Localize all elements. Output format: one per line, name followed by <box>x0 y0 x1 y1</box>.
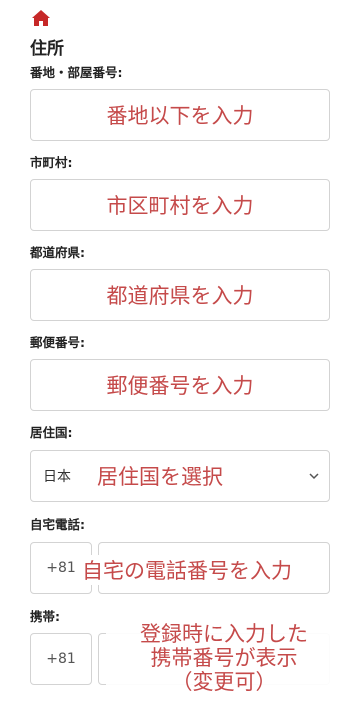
city-label: 市町村: <box>30 155 73 170</box>
mobile-note-line: （変更可） <box>171 670 277 694</box>
mobile-country-code[interactable]: +81 <box>30 633 92 685</box>
mobile-note-line: 携帯番号が表示 <box>150 646 298 670</box>
home-phone-placeholder: 自宅の電話番号を入力 <box>82 555 292 585</box>
prefecture-placeholder: 都道府県を入力 <box>106 284 254 308</box>
country-label: 居住国: <box>30 425 73 440</box>
home-icon[interactable] <box>31 9 51 27</box>
city-input[interactable]: 市区町村を入力 <box>30 179 330 231</box>
postal-label: 郵便番号: <box>30 335 85 350</box>
mobile-label: 携帯: <box>30 609 60 624</box>
prefecture-label: 都道府県: <box>30 245 85 260</box>
street-input[interactable]: 番地以下を入力 <box>30 89 330 141</box>
mobile-note-line: 登録時に入力した <box>140 622 308 646</box>
prefecture-input[interactable]: 都道府県を入力 <box>30 269 330 321</box>
country-placeholder: 居住国を選択 <box>97 465 223 489</box>
country-selected-value: 日本 <box>43 469 71 485</box>
postal-input[interactable]: 郵便番号を入力 <box>30 359 330 411</box>
city-placeholder: 市区町村を入力 <box>106 194 254 218</box>
street-label: 番地・部屋番号: <box>30 65 123 80</box>
mobile-note: 登録時に入力した 携帯番号が表示 （変更可） <box>106 622 342 694</box>
postal-placeholder: 郵便番号を入力 <box>106 374 254 398</box>
street-placeholder: 番地以下を入力 <box>106 104 254 128</box>
country-select[interactable]: 日本 居住国を選択 <box>30 450 330 502</box>
home-phone-label: 自宅電話: <box>30 517 85 532</box>
chevron-down-icon <box>309 473 319 480</box>
section-title: 住所 <box>30 39 64 59</box>
